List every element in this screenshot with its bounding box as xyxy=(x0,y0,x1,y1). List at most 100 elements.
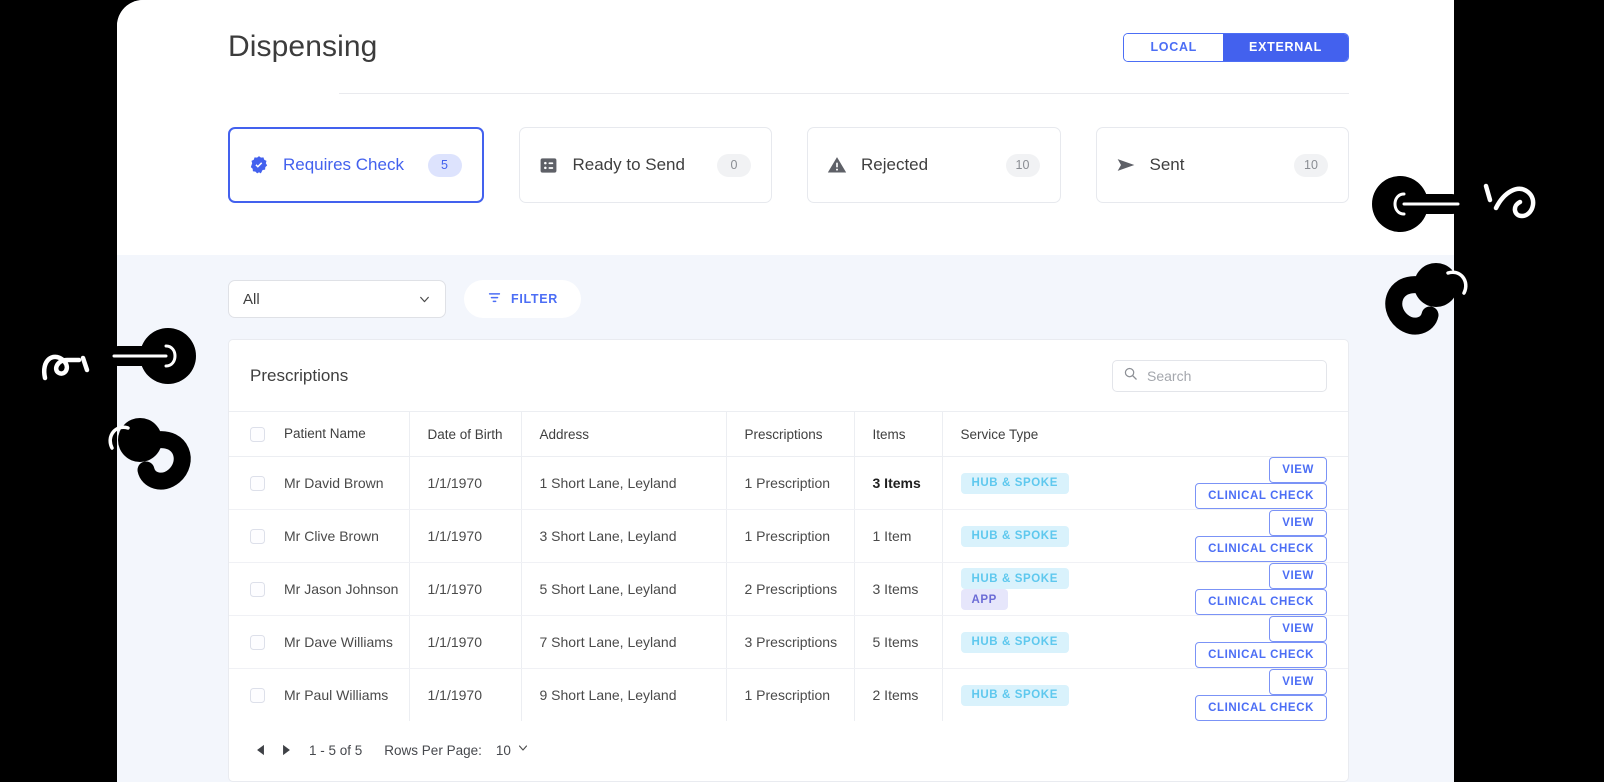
select-all-checkbox[interactable] xyxy=(250,427,265,442)
screenshot-stage: Dispensing LOCAL EXTERNAL xyxy=(0,0,1604,782)
row-checkbox[interactable] xyxy=(250,688,265,703)
table-header-row: Patient Name Date of Birth Address Presc… xyxy=(229,412,1348,457)
cell-date-of-birth: 1/1/1970 xyxy=(409,616,521,669)
filter-row: All FILTER xyxy=(228,280,1349,318)
page-body: All FILTER xyxy=(117,255,1454,782)
app-page: Dispensing LOCAL EXTERNAL xyxy=(117,0,1454,782)
search-icon xyxy=(1123,366,1138,386)
row-checkbox[interactable] xyxy=(250,476,265,491)
badge-hub-and-spoke: HUB & SPOKE xyxy=(961,473,1069,494)
status-card-sent[interactable]: Sent 10 xyxy=(1096,127,1350,203)
cell-date-of-birth: 1/1/1970 xyxy=(409,457,521,510)
patient-name: Mr Dave Williams xyxy=(284,634,393,650)
patient-name: Mr Paul Williams xyxy=(284,687,388,703)
toggle-local-button[interactable]: LOCAL xyxy=(1124,34,1223,61)
status-card-label: Sent xyxy=(1150,155,1295,175)
table-header: Patient Name Date of Birth Address Presc… xyxy=(229,412,1348,457)
status-card-count: 0 xyxy=(717,154,751,177)
column-patient-name: Patient Name xyxy=(229,412,409,457)
cell-items: 2 Items xyxy=(854,669,942,722)
cell-address: 1 Short Lane, Leyland xyxy=(521,457,726,510)
cell-items: 3 Items xyxy=(854,563,942,616)
clinical-check-button[interactable]: CLINICAL CHECK xyxy=(1195,536,1327,562)
clinical-check-button[interactable]: CLINICAL CHECK xyxy=(1195,642,1327,668)
warning-triangle-icon xyxy=(826,154,848,176)
list-box-icon xyxy=(538,154,560,176)
decorative-shape-left-outline xyxy=(35,330,115,400)
row-checkbox[interactable] xyxy=(250,582,265,597)
badge-app: APP xyxy=(961,589,1008,610)
clinical-check-button[interactable]: CLINICAL CHECK xyxy=(1195,695,1327,721)
badge-hub-and-spoke: HUB & SPOKE xyxy=(961,685,1069,706)
cell-patient-name: Mr Paul Williams xyxy=(229,669,409,722)
table-row[interactable]: Mr Paul Williams 1/1/1970 9 Short Lane, … xyxy=(229,669,1348,722)
status-filter-value: All xyxy=(243,291,418,308)
cell-prescriptions: 1 Prescription xyxy=(726,457,854,510)
send-icon xyxy=(1115,154,1137,176)
cell-date-of-birth: 1/1/1970 xyxy=(409,510,521,563)
view-button[interactable]: VIEW xyxy=(1269,616,1327,642)
table-body: Mr David Brown 1/1/1970 1 Short Lane, Le… xyxy=(229,457,1348,722)
cell-service-type: HUB & SPOKE xyxy=(942,616,1123,669)
search-box[interactable] xyxy=(1112,360,1327,392)
filter-button[interactable]: FILTER xyxy=(464,280,581,318)
view-button[interactable]: VIEW xyxy=(1269,563,1327,589)
status-card-count: 10 xyxy=(1006,154,1040,177)
page-title: Dispensing xyxy=(228,30,377,64)
clinical-check-button[interactable]: CLINICAL CHECK xyxy=(1195,589,1327,615)
local-external-toggle[interactable]: LOCAL EXTERNAL xyxy=(1123,33,1349,62)
status-card-row: Requires Check 5 Ready to Send xyxy=(117,94,1454,203)
column-items: Items xyxy=(854,412,942,457)
status-card-count: 5 xyxy=(428,154,462,177)
rows-per-page-select[interactable]: 10 xyxy=(496,741,529,759)
cell-prescriptions: 1 Prescription xyxy=(726,669,854,722)
verified-badge-icon xyxy=(248,154,270,176)
view-button[interactable]: VIEW xyxy=(1269,457,1327,483)
cell-address: 5 Short Lane, Leyland xyxy=(521,563,726,616)
table-row[interactable]: Mr Jason Johnson 1/1/1970 5 Short Lane, … xyxy=(229,563,1348,616)
patient-name: Mr Jason Johnson xyxy=(284,581,398,597)
status-card-ready-to-send[interactable]: Ready to Send 0 xyxy=(519,127,773,203)
triangle-left-icon[interactable] xyxy=(247,737,273,763)
cell-actions: VIEW CLINICAL CHECK xyxy=(1123,563,1348,616)
cell-items: 1 Item xyxy=(854,510,942,563)
cell-address: 3 Short Lane, Leyland xyxy=(521,510,726,563)
status-filter-select[interactable]: All xyxy=(228,280,446,318)
table-row[interactable]: Mr Clive Brown 1/1/1970 3 Short Lane, Le… xyxy=(229,510,1348,563)
cell-service-type: HUB & SPOKE xyxy=(942,457,1123,510)
cell-prescriptions: 2 Prescriptions xyxy=(726,563,854,616)
table-row[interactable]: Mr David Brown 1/1/1970 1 Short Lane, Le… xyxy=(229,457,1348,510)
cell-actions: VIEW CLINICAL CHECK xyxy=(1123,669,1348,722)
search-input[interactable] xyxy=(1147,368,1316,384)
chevron-down-icon xyxy=(418,293,431,306)
prescriptions-card-header: Prescriptions xyxy=(229,340,1348,411)
decorative-shape-right-outline xyxy=(1470,172,1550,242)
chevron-down-icon xyxy=(517,741,529,759)
pagination-bar: 1 - 5 of 5 Rows Per Page: 10 xyxy=(229,721,1348,781)
status-card-label: Requires Check xyxy=(283,155,428,175)
table-row[interactable]: Mr Dave Williams 1/1/1970 7 Short Lane, … xyxy=(229,616,1348,669)
row-checkbox[interactable] xyxy=(250,529,265,544)
status-card-requires-check[interactable]: Requires Check 5 xyxy=(228,127,484,203)
cell-patient-name: Mr David Brown xyxy=(229,457,409,510)
cell-prescriptions: 3 Prescriptions xyxy=(726,616,854,669)
filter-button-label: FILTER xyxy=(511,292,558,306)
clinical-check-button[interactable]: CLINICAL CHECK xyxy=(1195,483,1327,509)
toggle-external-button[interactable]: EXTERNAL xyxy=(1223,34,1348,61)
view-button[interactable]: VIEW xyxy=(1269,510,1327,536)
badge-hub-and-spoke: HUB & SPOKE xyxy=(961,568,1069,589)
row-checkbox[interactable] xyxy=(250,635,265,650)
column-date-of-birth: Date of Birth xyxy=(409,412,521,457)
cell-address: 9 Short Lane, Leyland xyxy=(521,669,726,722)
filter-icon xyxy=(487,290,502,308)
cell-items: 3 Items xyxy=(854,457,942,510)
column-prescriptions: Prescriptions xyxy=(726,412,854,457)
cell-items: 5 Items xyxy=(854,616,942,669)
view-button[interactable]: VIEW xyxy=(1269,669,1327,695)
status-card-label: Ready to Send xyxy=(573,155,718,175)
status-card-rejected[interactable]: Rejected 10 xyxy=(807,127,1061,203)
triangle-right-icon[interactable] xyxy=(273,737,299,763)
title-row: Dispensing LOCAL EXTERNAL xyxy=(228,30,1454,64)
cell-service-type: HUB & SPOKE xyxy=(942,510,1123,563)
cell-patient-name: Mr Jason Johnson xyxy=(229,563,409,616)
